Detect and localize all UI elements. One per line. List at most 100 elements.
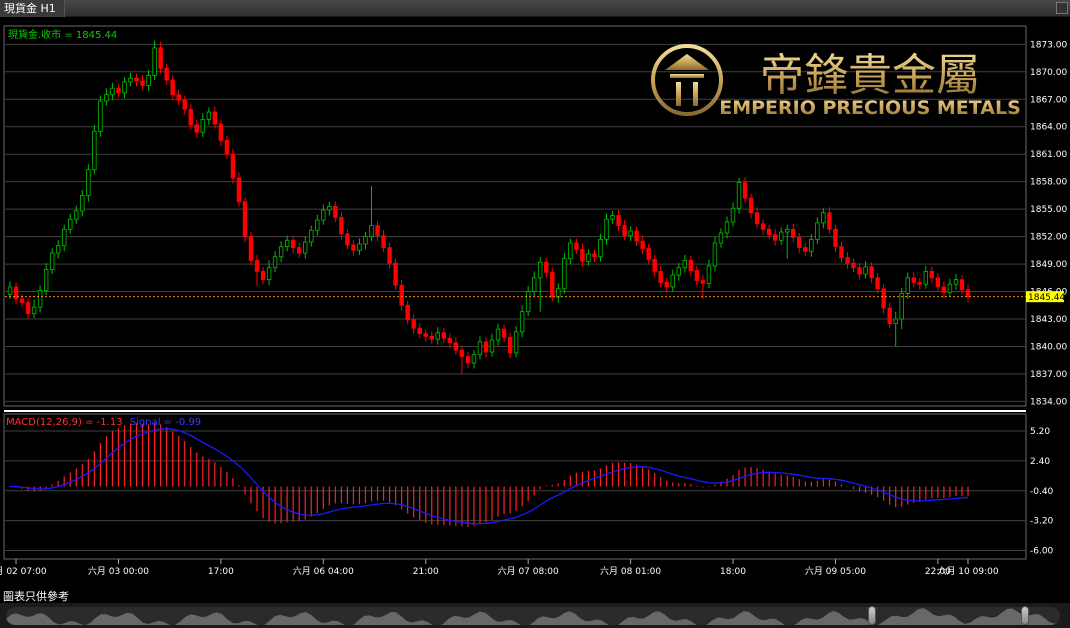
candle-body [519,311,525,333]
candle-body [248,236,254,261]
candle [562,253,567,294]
candle-body [664,281,669,288]
candle-body [881,288,886,309]
candle-body [339,216,344,235]
candle-body [495,328,501,341]
candle-body [724,221,730,234]
scroll-overview [6,608,1060,625]
macd-tick-label: -3.20 [1030,517,1054,527]
candle-body [218,123,224,141]
candle-body [303,241,308,254]
macd-legend-macd: MACD(12,26,9) = -1.13 [6,417,123,428]
candle-body [188,108,193,126]
macd-tick-label: -6.00 [1030,546,1054,556]
time-tick-label: 17:00 [208,567,234,577]
candle-body [953,279,959,285]
candle-body [296,247,302,254]
candle-body [321,209,326,221]
candle-body [544,261,549,273]
candle-body [236,177,242,203]
candle-body [809,238,814,252]
candle-body [670,274,675,288]
candle-body [688,260,694,271]
logo-chinese-text: 帝鋒貴金屬 [760,50,980,101]
candle-body [592,253,597,258]
candle-body [375,225,380,237]
candle-body [598,238,603,258]
candle-body [706,265,712,284]
candle-body [423,333,428,337]
candle-body [176,94,181,101]
candle-body [333,205,338,218]
price-tick-label: 1840.00 [1030,342,1067,352]
candle-body [345,233,350,246]
chart-disclaimer: 圖表只供參考 [3,590,69,603]
candle-body [923,270,929,285]
scroll-handle-right[interactable] [1021,606,1029,625]
candle-body [92,130,97,171]
maximize-button[interactable] [1056,2,1068,14]
scroll-handle-left[interactable] [868,606,876,625]
price-tick-label: 1852.00 [1030,233,1067,243]
candle [248,232,254,265]
candle-body [128,77,133,83]
candle-body [911,277,916,283]
candle-body [206,111,212,120]
time-tick-label: 18:00 [720,567,746,577]
candle-body [309,229,314,243]
candle-body [170,79,175,96]
candle-body [694,270,700,281]
candle-body [230,153,236,179]
candle-body [556,288,561,298]
candle-body [833,228,838,248]
macd-tick-label: 5.20 [1030,427,1050,437]
candle-body [441,332,447,339]
candle-body [43,269,49,292]
candle-body [387,247,392,264]
macd-tick-label: -0.40 [1030,487,1054,497]
candle-body [827,212,832,230]
macd-pane[interactable] [3,413,1027,560]
candle-body [712,242,718,267]
candle-body [748,197,754,214]
price-tick-label: 1867.00 [1030,95,1067,105]
candle-body [140,80,145,86]
candle-body [875,277,880,290]
candle-body [513,331,519,354]
candle-body [25,302,31,314]
chart-scrollbar[interactable] [0,603,1070,628]
macd-tick-label: 2.40 [1030,457,1050,467]
chart-canvas[interactable]: 1873.00 1870.00 1867.00 1864.00 1861.00 1858.… [0,18,1070,603]
chart-window-tab[interactable]: 現貨金 H1 [0,0,65,17]
candle-body [194,124,199,133]
candle-body [49,252,55,270]
time-tick-label: 六月 02 07:00 [0,565,47,577]
candle-body [538,261,543,279]
candle-body [315,219,320,231]
candle-body [815,222,820,240]
candle-body [224,140,230,155]
candle-body [399,284,404,306]
price-tick-label: 1834.00 [1030,397,1067,407]
candle-body [31,306,37,314]
candle-body [821,212,826,224]
candle-body [766,228,772,236]
candle [92,124,97,175]
candle-body [411,319,416,329]
candle-body [568,242,573,259]
time-tick-label: 六月 06 04:00 [293,565,354,577]
candle-body [290,239,296,248]
candle-body [550,271,555,298]
price-tick-label: 1861.00 [1030,150,1067,160]
candle-body [134,77,139,82]
scroll-track[interactable] [6,607,1060,625]
candle-body [905,277,910,294]
window-title: 現貨金 H1 [4,2,56,15]
time-tick-label: 六月 10 09:00 [937,565,998,577]
candle-body [531,277,537,292]
candle-body [929,270,935,279]
candle-body [785,228,790,233]
candle-body [104,94,109,102]
candle-body [146,75,151,86]
candle-body [357,243,362,251]
